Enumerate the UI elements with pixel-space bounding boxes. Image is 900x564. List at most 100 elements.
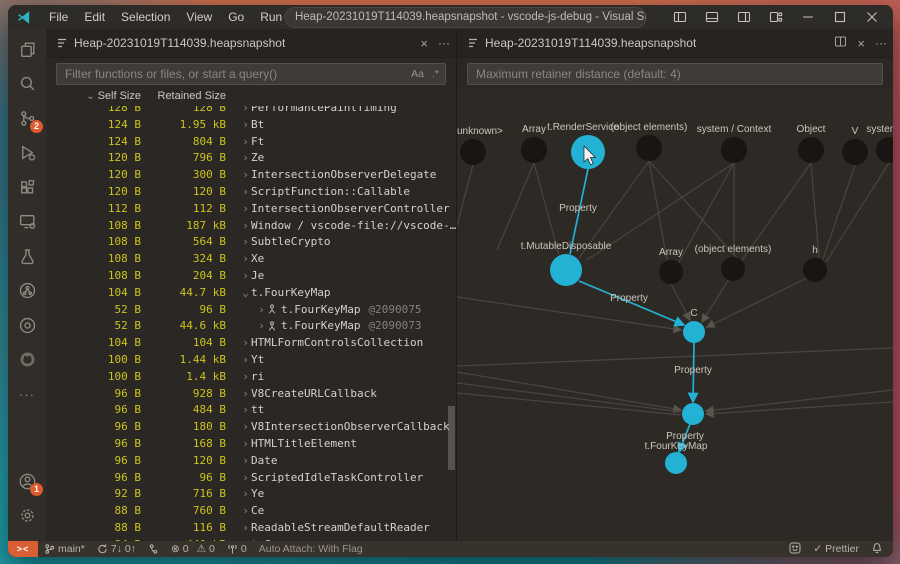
split-editor-icon[interactable] — [834, 35, 847, 51]
command-center-search[interactable]: Heap-20231019T114039.heapsnapshot - vsco… — [283, 7, 646, 28]
table-row[interactable]: 108 B 564 B › SubtleCrypto — [46, 234, 456, 251]
right-tab-close-icon[interactable]: × — [857, 36, 865, 51]
radio-tower-status[interactable]: 0 — [221, 541, 253, 557]
twisty-icon[interactable]: › — [240, 335, 251, 352]
additional-views-icon[interactable]: ··· — [14, 381, 40, 407]
twisty-icon[interactable]: › — [240, 503, 251, 520]
twisty-icon[interactable]: › — [240, 134, 251, 151]
graph-node-object-elements-2[interactable] — [721, 257, 745, 281]
twisty-icon[interactable]: › — [240, 369, 251, 386]
table-row[interactable]: 104 B 44.7 kB ⌄ t.FourKeyMap — [46, 285, 456, 302]
customize-layout-icon[interactable] — [763, 7, 789, 27]
remote-explorer-icon[interactable] — [14, 209, 40, 235]
left-group-more-icon[interactable]: ··· — [438, 36, 450, 50]
twisty-icon[interactable]: › — [240, 234, 251, 251]
toggle-sidebar-icon[interactable] — [667, 7, 693, 27]
menu-item-view[interactable]: View — [178, 10, 220, 24]
graph-node-h[interactable] — [803, 258, 827, 282]
twisty-icon[interactable]: › — [240, 386, 251, 403]
graph-node-c[interactable] — [683, 321, 705, 343]
column-self-size[interactable]: Self Size — [98, 90, 141, 102]
twisty-icon[interactable]: › — [240, 486, 251, 503]
close-window-icon[interactable] — [859, 7, 885, 27]
graph-node-four-key-map[interactable] — [665, 452, 687, 474]
notifications-bell-icon[interactable] — [871, 542, 883, 557]
right-tab[interactable]: Heap-20231019T114039.heapsnapshot — [485, 36, 696, 50]
source-control-icon[interactable]: 2 — [14, 105, 43, 133]
table-row[interactable]: 108 B 324 B › Xe — [46, 251, 456, 268]
twisty-icon[interactable]: › — [240, 218, 251, 235]
match-case-icon[interactable]: Aa — [411, 68, 424, 80]
extensions-icon[interactable] — [14, 174, 40, 200]
graph-node-object-elements-top[interactable] — [636, 135, 662, 161]
sort-indicator-icon[interactable]: ⌄ — [86, 91, 94, 102]
errors-warnings-status[interactable]: ⊗ 0 ⚠ 0 — [165, 541, 221, 557]
twisty-icon[interactable]: › — [240, 537, 251, 541]
minimize-icon[interactable] — [795, 7, 821, 27]
twisty-icon[interactable]: › — [240, 150, 251, 167]
feedback-smiley-icon[interactable] — [789, 542, 801, 557]
twisty-icon[interactable]: › — [240, 402, 251, 419]
toggle-panel-icon[interactable] — [699, 7, 725, 27]
twisty-icon[interactable]: › — [240, 184, 251, 201]
retainer-distance-input[interactable] — [467, 63, 883, 85]
regex-icon[interactable]: .* — [432, 68, 439, 80]
twisty-icon[interactable]: › — [240, 117, 251, 134]
table-row[interactable]: 96 B 96 B › ScriptedIdleTaskController — [46, 470, 456, 487]
twisty-icon[interactable]: › — [256, 302, 267, 319]
toggle-secondary-sidebar-icon[interactable] — [731, 7, 757, 27]
twisty-icon[interactable]: › — [256, 318, 267, 335]
graph-node-system-context[interactable] — [721, 137, 747, 163]
twisty-icon[interactable]: › — [240, 419, 251, 436]
graph-node-mutable-disposable[interactable] — [550, 254, 582, 286]
twisty-icon[interactable]: › — [240, 251, 251, 268]
graph-node-n4[interactable] — [682, 403, 704, 425]
twisty-icon[interactable]: › — [240, 436, 251, 453]
twisty-icon[interactable]: › — [240, 167, 251, 184]
table-row[interactable]: 100 B 1.44 kB › Yt — [46, 352, 456, 369]
twisty-icon[interactable]: › — [240, 201, 251, 218]
graph-node-system-right[interactable] — [876, 137, 893, 163]
table-row[interactable]: 88 B 760 B › Ce — [46, 503, 456, 520]
graph-node-object-top[interactable] — [798, 137, 824, 163]
menu-item-selection[interactable]: Selection — [113, 10, 178, 24]
twisty-icon[interactable]: › — [240, 470, 251, 487]
table-row[interactable]: 124 B 1.95 kB › Bt — [46, 117, 456, 134]
github-icon[interactable] — [14, 347, 40, 373]
table-row[interactable]: 84 B440 kB›t.G… — [46, 537, 456, 541]
table-row[interactable]: 96 B 484 B › tt — [46, 402, 456, 419]
left-tab-close-icon[interactable]: × — [420, 36, 428, 51]
table-row[interactable]: 124 B 804 B › Ft — [46, 134, 456, 151]
filter-input[interactable] — [56, 63, 446, 85]
table-row[interactable]: 92 B 716 B › Ye — [46, 486, 456, 503]
testing-beaker-icon[interactable] — [14, 243, 40, 269]
twisty-icon[interactable]: › — [240, 520, 251, 537]
left-tab[interactable]: Heap-20231019T114039.heapsnapshot — [74, 36, 285, 50]
search-icon[interactable] — [14, 71, 40, 97]
auto-attach-status[interactable]: Auto Attach: With Flag — [253, 541, 369, 557]
table-row[interactable]: 88 B 116 B › ReadableStreamDefaultReader — [46, 520, 456, 537]
copilot-icon[interactable] — [14, 312, 40, 338]
live-share-icon[interactable] — [14, 278, 40, 304]
table-row[interactable]: 96 B 180 B › V8IntersectionObserverCallback — [46, 419, 456, 436]
graph-node-array-2[interactable] — [659, 260, 683, 284]
twisty-icon[interactable]: › — [240, 352, 251, 369]
table-row[interactable]: 108 B 187 kB › Window / vscode-file://vscod… — [46, 218, 456, 235]
graph-node-array-top[interactable] — [521, 137, 547, 163]
menu-item-edit[interactable]: Edit — [76, 10, 113, 24]
graph-node-v-top[interactable] — [842, 139, 868, 165]
run-and-debug-icon[interactable] — [14, 140, 40, 166]
remote-indicator[interactable]: >< — [8, 541, 38, 557]
table-row[interactable]: 104 B 104 B › HTMLFormControlsCollection — [46, 335, 456, 352]
maximize-icon[interactable] — [827, 7, 853, 27]
branch-status[interactable]: main* — [38, 541, 91, 557]
table-row[interactable]: 52 B 96 B › t.FourKeyMap @2090075 — [46, 302, 456, 319]
table-row[interactable]: 96 B 120 B › Date — [46, 453, 456, 470]
table-row[interactable]: 96 B 168 B › HTMLTitleElement — [46, 436, 456, 453]
table-row[interactable]: 100 B 1.4 kB › ri — [46, 369, 456, 386]
column-retained-size[interactable]: Retained Size — [141, 90, 227, 106]
menu-item-file[interactable]: File — [41, 10, 76, 24]
table-row[interactable]: 112 B 112 B › IntersectionObserverControlle… — [46, 201, 456, 218]
table-row[interactable]: 128 B 128 B › PerformancePaintTiming — [46, 106, 456, 117]
explorer-icon[interactable] — [14, 36, 40, 62]
